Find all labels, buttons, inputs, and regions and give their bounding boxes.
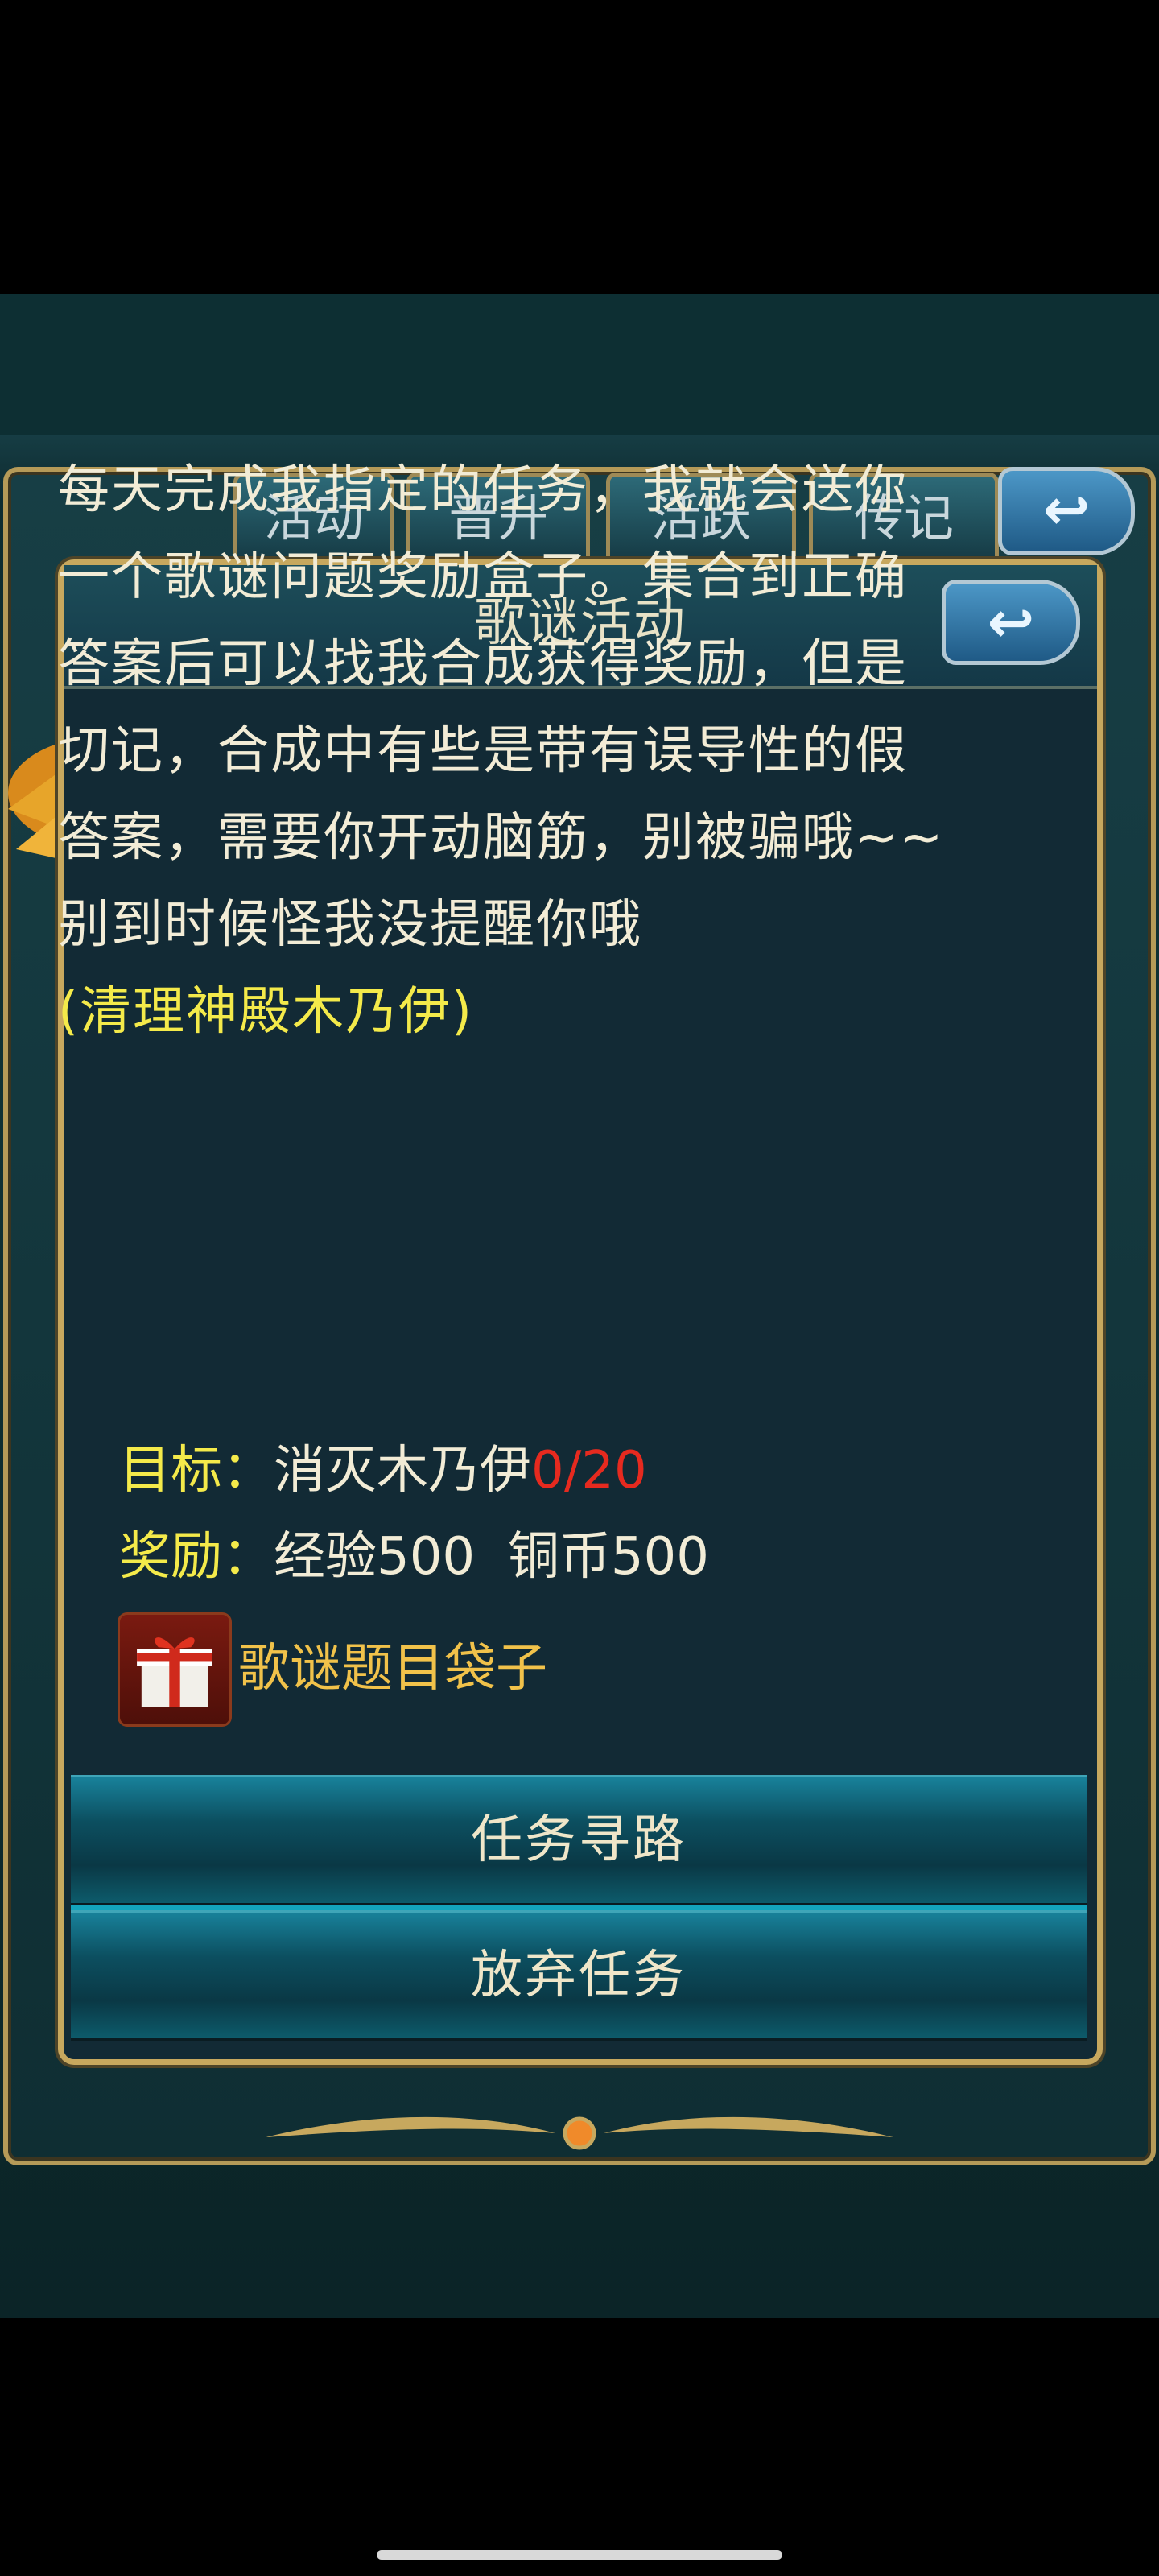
- goal-label: 目标：: [119, 1441, 274, 1501]
- goal-text: 消灭木乃伊: [274, 1441, 531, 1501]
- home-indicator[interactable]: [377, 2550, 782, 2560]
- quest-reward: 奖励：经验500 铜币500: [119, 1515, 709, 1589]
- reward-text: 经验500 铜币500: [274, 1527, 709, 1587]
- gift-box-icon[interactable]: [118, 1612, 232, 1727]
- description-line: 一个歌谜问题奖励盒子。集合到正确: [58, 547, 908, 607]
- abandon-quest-button[interactable]: 放弃任务: [71, 1910, 1087, 2041]
- description-line: 答案后可以找我合成获得奖励，但是: [58, 634, 908, 694]
- description-line: 每天完成我指定的任务，我就会送你: [58, 460, 908, 520]
- background-top: [0, 294, 1159, 435]
- item-name: 歌谜题目袋子: [238, 1639, 547, 1699]
- quest-goal: 目标：消灭木乃伊0/20: [119, 1429, 647, 1503]
- gold-ornament-icon: [266, 2116, 893, 2150]
- goal-progress: 0/20: [531, 1441, 647, 1501]
- description-line: 答案，需要你开动脑筋，别被骗哦~~: [58, 808, 945, 868]
- description-line: 别到时候怪我没提醒你哦: [58, 895, 642, 955]
- auto-path-button[interactable]: 任务寻路: [71, 1775, 1087, 1905]
- quest-description: 每天完成我指定的任务，我就会送你 一个歌谜问题奖励盒子。集合到正确 答案后可以找…: [58, 447, 1056, 1055]
- reward-label: 奖励：: [119, 1527, 274, 1587]
- quest-hint: (清理神殿木乃伊): [58, 982, 473, 1042]
- description-line: 切记，合成中有些是带有误导性的假: [58, 721, 908, 781]
